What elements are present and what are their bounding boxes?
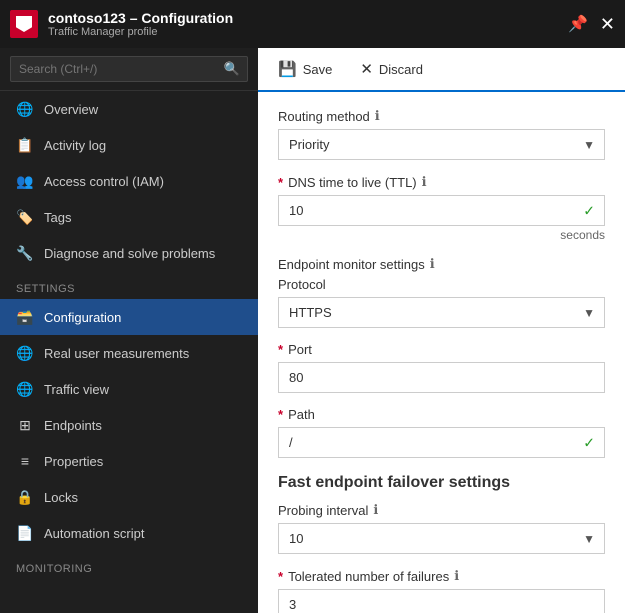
sidebar-item-activity-log[interactable]: 📋 Activity log <box>0 127 258 163</box>
path-label: Path <box>288 407 315 422</box>
routing-method-label: Routing method <box>278 109 370 124</box>
port-required: * <box>278 342 283 357</box>
path-input[interactable] <box>278 427 605 458</box>
sidebar-item-properties[interactable]: ≡ Properties <box>0 443 258 479</box>
save-icon: 💾 <box>278 60 297 78</box>
search-container: 🔍 <box>0 48 258 91</box>
toolbar: 💾 Save ✕ Discard <box>258 48 625 92</box>
search-icon: 🔍 <box>224 61 240 77</box>
sidebar-item-diagnose[interactable]: 🔧 Diagnose and solve problems <box>0 235 258 271</box>
discard-icon: ✕ <box>360 60 373 78</box>
dns-ttl-label: DNS time to live (TTL) <box>288 175 417 190</box>
sidebar-nav: 🌐 Overview 📋 Activity log 👥 Access contr… <box>0 91 258 613</box>
routing-method-group: Routing method ℹ Priority Weighted Perfo… <box>278 108 605 160</box>
activity-log-icon: 📋 <box>16 136 34 154</box>
tolerated-failures-label: Tolerated number of failures <box>288 569 449 584</box>
iam-icon: 👥 <box>16 172 34 190</box>
rum-icon: 🌐 <box>16 344 34 362</box>
title-bar: contoso123 – Configuration Traffic Manag… <box>0 0 625 48</box>
properties-icon: ≡ <box>16 452 34 470</box>
sidebar-item-automation-script[interactable]: 📄 Automation script <box>0 515 258 551</box>
fast-failover-section-title: Fast endpoint failover settings <box>278 474 605 492</box>
path-check-icon: ✓ <box>583 434 595 451</box>
save-button[interactable]: 💾 Save <box>274 58 336 80</box>
dns-ttl-group: * DNS time to live (TTL) ℹ ✓ seconds <box>278 174 605 242</box>
search-input[interactable] <box>10 56 248 82</box>
locks-icon: 🔒 <box>16 488 34 506</box>
monitoring-section-label: MONITORING <box>0 551 258 579</box>
protocol-select[interactable]: HTTP HTTPS TCP <box>278 297 605 328</box>
probing-interval-label: Probing interval <box>278 503 368 518</box>
path-group: * Path ✓ <box>278 407 605 458</box>
sidebar-item-real-user-measurements[interactable]: 🌐 Real user measurements <box>0 335 258 371</box>
dns-ttl-info-icon[interactable]: ℹ <box>422 174 427 190</box>
dns-ttl-unit: seconds <box>278 228 605 242</box>
sidebar-item-endpoints[interactable]: ⊞ Endpoints <box>0 407 258 443</box>
port-group: * Port <box>278 342 605 393</box>
configuration-icon: 🗃️ <box>16 308 34 326</box>
endpoint-monitor-section: Endpoint monitor settings ℹ Protocol HTT… <box>278 256 605 458</box>
dns-ttl-check-icon: ✓ <box>583 202 595 219</box>
probing-interval-select[interactable]: 10 30 <box>278 523 605 554</box>
sidebar-item-overview[interactable]: 🌐 Overview <box>0 91 258 127</box>
probing-interval-info-icon[interactable]: ℹ <box>373 502 378 518</box>
pin-icon[interactable]: 📌 <box>568 14 588 35</box>
form-area: Routing method ℹ Priority Weighted Perfo… <box>258 92 625 613</box>
settings-section-label: SETTINGS <box>0 271 258 299</box>
sidebar-item-configuration[interactable]: 🗃️ Configuration <box>0 299 258 335</box>
routing-method-info-icon[interactable]: ℹ <box>375 108 380 124</box>
endpoint-monitor-label: Endpoint monitor settings <box>278 257 425 272</box>
dns-ttl-input[interactable] <box>278 195 605 226</box>
probing-interval-group: Probing interval ℹ 10 30 ▼ <box>278 502 605 554</box>
diagnose-icon: 🔧 <box>16 244 34 262</box>
protocol-group: Protocol HTTP HTTPS TCP ▼ <box>278 277 605 328</box>
endpoints-icon: ⊞ <box>16 416 34 434</box>
tolerated-failures-input[interactable] <box>278 589 605 613</box>
close-icon[interactable]: ✕ <box>600 14 615 35</box>
tolerated-failures-required: * <box>278 569 283 584</box>
tolerated-failures-info-icon[interactable]: ℹ <box>454 568 459 584</box>
endpoint-monitor-info-icon[interactable]: ℹ <box>430 256 435 272</box>
app-icon <box>10 10 38 38</box>
automation-icon: 📄 <box>16 524 34 542</box>
sidebar-item-locks[interactable]: 🔒 Locks <box>0 479 258 515</box>
content-area: 💾 Save ✕ Discard Routing method ℹ Priori… <box>258 48 625 613</box>
protocol-label: Protocol <box>278 277 326 292</box>
tags-icon: 🏷️ <box>16 208 34 226</box>
traffic-view-icon: 🌐 <box>16 380 34 398</box>
sidebar-item-traffic-view[interactable]: 🌐 Traffic view <box>0 371 258 407</box>
routing-method-select[interactable]: Priority Weighted Performance Geographic… <box>278 129 605 160</box>
discard-button[interactable]: ✕ Discard <box>356 58 427 80</box>
overview-icon: 🌐 <box>16 100 34 118</box>
path-required: * <box>278 407 283 422</box>
port-input[interactable] <box>278 362 605 393</box>
sidebar-item-tags[interactable]: 🏷️ Tags <box>0 199 258 235</box>
window-title: contoso123 – Configuration <box>48 10 568 26</box>
dns-ttl-required: * <box>278 175 283 190</box>
tolerated-failures-group: * Tolerated number of failures ℹ <box>278 568 605 613</box>
sidebar-item-iam[interactable]: 👥 Access control (IAM) <box>0 163 258 199</box>
port-label: Port <box>288 342 312 357</box>
sidebar: 🔍 🌐 Overview 📋 Activity log 👥 Access con… <box>0 48 258 613</box>
window-subtitle: Traffic Manager profile <box>48 26 568 38</box>
